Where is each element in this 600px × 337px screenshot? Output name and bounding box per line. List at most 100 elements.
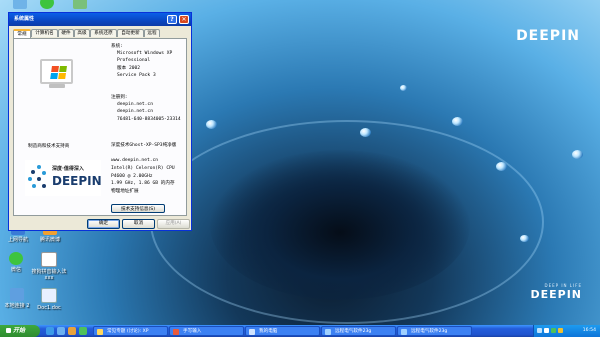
tray-input-icon[interactable] [558,328,563,333]
system-properties-dialog: 系统属性 ? ✕ 常规 计算机名 硬件 高级 系统还原 自动更新 远程 系统: [8,12,192,231]
taskbar-item-label: 我的电脑 [259,329,278,334]
deepin-logo-top: DEEPIN [516,28,580,44]
taskbar-item-label: 手写输入 [183,329,202,334]
support-info-button[interactable]: 技术支持信息(S) [111,204,165,213]
deepin-logo-text: DEEPIN [516,28,580,44]
oem-logo-slogan: 深度·值得深入 [52,166,84,172]
add-icon [40,0,54,9]
desktop-icon-label: 上网导航 [7,237,28,243]
oem-logo: 深度·值得深入 DEEPIN [25,160,102,196]
water-drop [206,120,217,129]
cancel-button[interactable]: 取消 [122,219,155,229]
tab-strip: 常规 计算机名 硬件 高级 系统还原 自动更新 远程 [13,29,187,38]
taskbar-item[interactable]: 远程电气软件23g [397,326,472,336]
os-version: 版本 2002 [117,65,141,71]
tab-hardware[interactable]: 硬件 [58,29,74,37]
registered-owner: deepin.net.cn [117,102,153,108]
os-edition: Professional [117,58,151,64]
os-service-pack: Service Pack 3 [117,72,156,78]
desktop-icon-label: 腾讯微博 [39,237,60,243]
registered-info: 注册到: deepin.net.cn deepin.net.cn 76481-6… [111,94,181,123]
system-heading: 系统: [111,44,123,49]
desktop-icon-partial[interactable] [60,0,100,11]
deepin-logo-text: DEEPIN [530,288,582,301]
product-id: 76481-640-8834005-23314 [117,116,181,122]
tab-auto-update[interactable]: 自动更新 [117,29,144,37]
taskbar-item-label: 常见专题 (讨论): XP [107,329,149,334]
water-drop [400,85,407,91]
sogou-icon [41,252,57,267]
water-drop [360,128,371,137]
system-tray: 16:54 [533,325,600,337]
recycle-icon [73,0,87,9]
start-label: 开始 [13,327,26,334]
taskbar-item[interactable]: 我的电脑 [245,326,320,336]
quicklaunch-media-icon[interactable] [68,327,76,335]
pae-label: 物理地址扩展 [111,189,139,195]
taskbar-item-label: 远程电气软件23g [335,329,372,334]
cpu-name: Intel(R) Celeron(R) CPU [111,165,175,171]
tab-system-restore[interactable]: 系统还原 [90,29,117,37]
taskbar-item[interactable]: 手写输入 [169,326,244,336]
tab-remote[interactable]: 远程 [144,29,160,37]
water-drop [452,117,463,126]
desktop-icon-sogou[interactable]: 搜狗拼音输入法 xxx [29,252,69,281]
windows-flag-icon [50,66,68,80]
desktop-icon-label: 搜狗拼音输入法 xxx [31,269,67,281]
network-icon [10,288,24,301]
desktop-icon-doc[interactable]: Doc1.doc [29,288,69,311]
ok-button[interactable]: 确定 [87,219,120,229]
help-button[interactable]: ? [167,15,177,24]
taskbar-item[interactable]: 常见专题 (讨论): XP [93,326,168,336]
water-drop [572,150,583,159]
pen-icon [173,329,179,335]
apply-button[interactable]: 应用(A) [157,219,190,229]
quicklaunch-chat-icon[interactable] [79,327,87,335]
doc-icon [41,288,57,303]
taskbar-item-label: 远程电气软件23g [411,329,448,334]
oem-logo-name: DEEPIN [52,174,102,188]
wechat-icon [9,252,23,265]
cpu-model: P4600 @ 2.00GHz [111,173,153,179]
clock[interactable]: 16:54 [583,325,596,337]
desktop-icon-label: 本地连接 2 [4,303,30,309]
close-button[interactable]: ✕ [179,15,189,24]
registered-heading: 注册到: [111,95,128,100]
water-drop [496,162,507,171]
tray-network-icon[interactable] [537,328,542,333]
start-button[interactable]: 开始 [0,325,40,337]
deepin-logo-bottom: DEEP IN LIFE DEEPIN [530,283,582,301]
taskbar: 开始 常见专题 (讨论): XP 手写输入 我的电脑 远程电气软件23g 远程电… [0,325,600,337]
manufacturer-name: 深度技术Ghost-XP-SP3纯净版 [111,143,177,148]
folder-icon [97,329,103,335]
water-drop [520,235,529,242]
app-window-icon [401,329,407,335]
desktop-icon-label: 微信 [10,267,21,273]
tray-security-icon[interactable] [551,328,556,333]
app-icon [13,0,27,9]
system-info: 系统: Microsoft Windows XP Professional 版本… [111,43,172,79]
windows-xp-logo [37,57,77,91]
dialog-titlebar[interactable]: 系统属性 ? ✕ [9,13,191,26]
tab-advanced[interactable]: 高级 [74,29,90,37]
tray-volume-icon[interactable] [544,328,549,333]
manufacturer-support-label: 制造商和技术支持商 [28,144,70,149]
cpu-speed-memory: 1.99 GHz, 1.86 GB 的内存 [111,181,175,187]
dialog-title: 系统属性 [14,16,35,22]
general-tab-panel: 系统: Microsoft Windows XP Professional 版本… [13,38,187,216]
tab-computer-name[interactable]: 计算机名 [31,29,58,37]
taskbar-item[interactable]: 远程电气软件23g [321,326,396,336]
quicklaunch-ie-icon[interactable] [46,327,54,335]
tab-general[interactable]: 常规 [13,29,31,38]
registered-org: deepin.net.cn [117,109,153,115]
monitor-stand [49,84,65,88]
computer-info: www.deepin.net.cn Intel(R) Celeron(R) CP… [111,157,175,196]
windows-start-icon [6,327,11,333]
water-ripple [150,120,544,324]
os-name: Microsoft Windows XP [117,51,173,57]
monitor-screen [40,59,73,84]
quicklaunch-desktop-icon[interactable] [57,327,65,335]
computer-icon [249,329,255,335]
deepin-mark-icon [28,165,49,191]
desktop-icon-label: Doc1.doc [37,305,61,311]
